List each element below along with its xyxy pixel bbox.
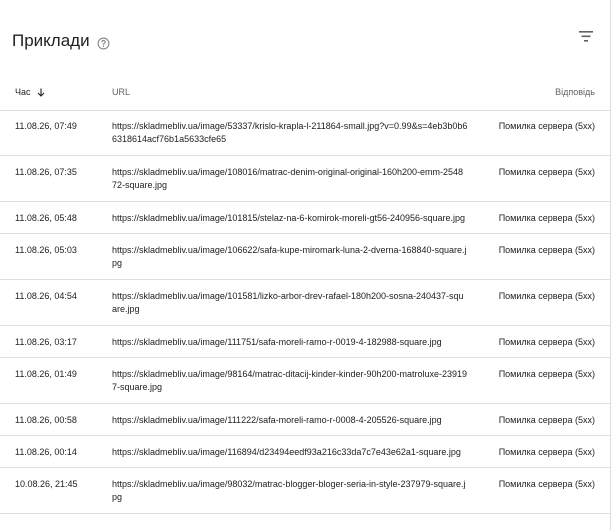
cell-time: 11.08.26, 04:54: [15, 291, 77, 301]
cell-url[interactable]: https://skladmebliv.ua/image/98032/matra…: [112, 478, 468, 503]
cell-url[interactable]: https://skladmebliv.ua/image/53337/krisl…: [112, 120, 468, 145]
cell-response: Помилка сервера (5xx): [498, 479, 595, 489]
cell-time: 11.08.26, 01:49: [15, 369, 77, 379]
cell-response: Помилка сервера (5xx): [498, 447, 595, 457]
page-title: Приклади: [12, 31, 90, 50]
cell-time: 11.08.26, 05:03: [15, 245, 77, 255]
cell-response: Помилка сервера (5xx): [498, 245, 595, 255]
table-header: Час URL Відповідь: [0, 76, 611, 111]
examples-card: Приклади Час URL Відповідь 11.08.26, 07:…: [0, 0, 611, 530]
table-row[interactable]: 11.08.26, 03:17 https://skladmebliv.ua/im…: [0, 326, 611, 358]
cell-url[interactable]: https://skladmebliv.ua/image/116894/d234…: [112, 446, 468, 459]
cell-url[interactable]: https://skladmebliv.ua/image/108016/matr…: [112, 166, 468, 191]
cell-time: 11.08.26, 03:17: [15, 337, 77, 347]
cell-response: Помилка сервера (5xx): [498, 337, 595, 347]
cell-time: 11.08.26, 07:49: [15, 121, 77, 131]
cell-response: Помилка сервера (5xx): [498, 121, 595, 131]
cell-url[interactable]: https://skladmebliv.ua/image/111751/safa…: [112, 336, 468, 349]
column-header-time-label: Час: [15, 87, 31, 97]
card-title-wrap: Приклади: [12, 31, 110, 51]
column-header-response: Відповідь: [555, 87, 595, 97]
cell-response: Помилка сервера (5xx): [498, 291, 595, 301]
cell-time: 11.08.26, 00:14: [15, 447, 77, 457]
cell-url[interactable]: https://skladmebliv.ua/image/101815/stel…: [112, 212, 468, 225]
help-circle-icon[interactable]: [97, 35, 110, 49]
cell-time: 11.08.26, 00:58: [15, 415, 77, 425]
cell-time: 10.08.26, 21:45: [15, 479, 78, 489]
cell-url[interactable]: https://skladmebliv.ua/image/98164/matra…: [112, 368, 468, 393]
column-header-time[interactable]: Час: [15, 86, 45, 98]
table-row[interactable]: 11.08.26, 00:14 https://skladmebliv.ua/im…: [0, 436, 611, 468]
table-row[interactable]: 11.08.26, 05:48 https://skladmebliv.ua/im…: [0, 202, 611, 234]
cell-response: Помилка сервера (5xx): [498, 213, 595, 223]
cell-url[interactable]: https://skladmebliv.ua/image/111222/safa…: [112, 414, 468, 427]
column-header-url: URL: [112, 87, 131, 97]
table-row[interactable]: 11.08.26, 00:58 https://skladmebliv.ua/im…: [0, 404, 611, 436]
table-row[interactable]: 11.08.26, 07:49 https://skladmebliv.ua/im…: [0, 110, 611, 156]
cell-response: Помилка сервера (5xx): [498, 167, 595, 177]
arrow-down-icon: [37, 88, 44, 97]
card-header: Приклади: [0, 0, 611, 76]
cell-time: 11.08.26, 07:35: [15, 167, 77, 177]
cell-time: 11.08.26, 05:48: [15, 213, 77, 223]
table-body: 11.08.26, 07:49 https://skladmebliv.ua/im…: [0, 110, 611, 514]
filter-button[interactable]: [573, 27, 599, 49]
cell-url[interactable]: https://skladmebliv.ua/image/101581/lizk…: [112, 290, 468, 315]
cell-response: Помилка сервера (5xx): [498, 369, 595, 379]
table-row[interactable]: 11.08.26, 01:49 https://skladmebliv.ua/im…: [0, 358, 611, 404]
filter-icon: [579, 29, 593, 47]
table-row[interactable]: 11.08.26, 05:03 https://skladmebliv.ua/im…: [0, 234, 611, 280]
cell-url[interactable]: https://skladmebliv.ua/image/106622/safa…: [112, 244, 468, 269]
table-row[interactable]: 11.08.26, 04:54 https://skladmebliv.ua/im…: [0, 280, 611, 326]
table-row[interactable]: 11.08.26, 07:35 https://skladmebliv.ua/im…: [0, 156, 611, 202]
cell-response: Помилка сервера (5xx): [498, 415, 595, 425]
table-row[interactable]: 10.08.26, 21:45 https://skladmebliv.ua/im…: [0, 468, 611, 514]
